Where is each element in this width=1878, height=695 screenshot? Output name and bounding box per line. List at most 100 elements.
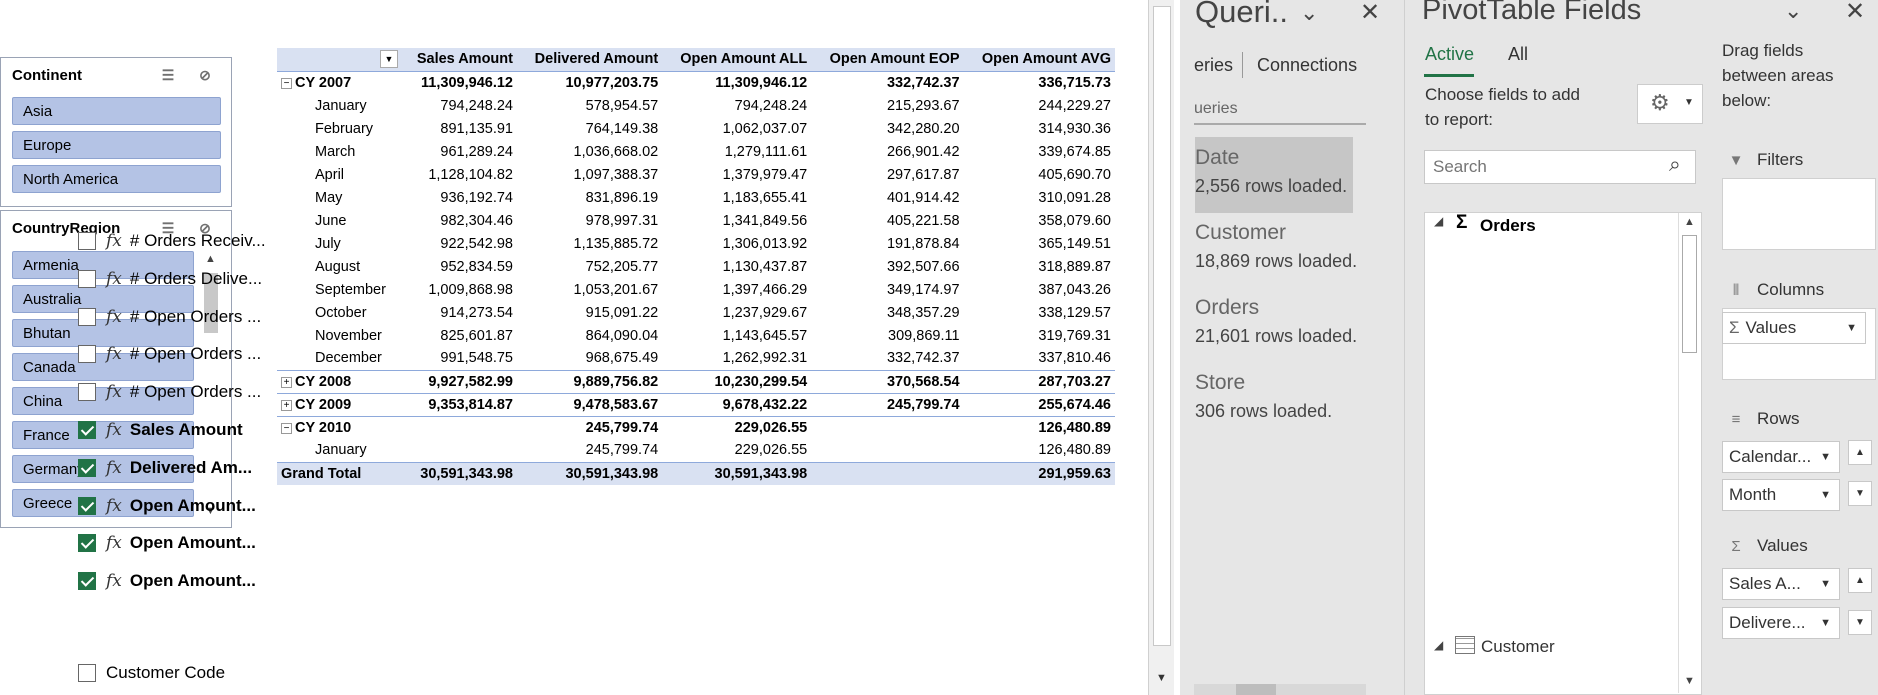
settings-button[interactable]: ⚙ ▼ bbox=[1637, 84, 1703, 124]
field-item[interactable]: fx # Open Orders ... bbox=[78, 377, 261, 407]
field-item-customer-code[interactable]: Customer Code bbox=[78, 658, 225, 688]
slicer-item-north-america[interactable]: North America bbox=[12, 165, 221, 193]
row-label[interactable]: June bbox=[277, 209, 402, 232]
multi-select-icon[interactable]: ☰ bbox=[157, 64, 179, 86]
value-cell[interactable]: 229,026.55 bbox=[662, 439, 811, 462]
value-cell[interactable]: 578,954.57 bbox=[517, 94, 662, 117]
field-list-scroll-thumb[interactable] bbox=[1682, 235, 1697, 353]
value-cell[interactable]: 1,183,655.41 bbox=[662, 186, 811, 209]
row-label[interactable]: − CY 2010 bbox=[277, 415, 402, 439]
value-cell[interactable]: 1,036,668.02 bbox=[517, 140, 662, 163]
value-cell[interactable]: 1,306,013.92 bbox=[662, 232, 811, 255]
value-cell[interactable]: 1,341,849.56 bbox=[662, 209, 811, 232]
value-cell[interactable]: 831,896.19 bbox=[517, 186, 662, 209]
value-cell[interactable]: 392,507.66 bbox=[811, 255, 963, 278]
tab-connections[interactable]: Connections bbox=[1257, 55, 1357, 76]
value-cell[interactable]: 297,617.87 bbox=[811, 163, 963, 186]
row-label[interactable]: November bbox=[277, 324, 402, 347]
value-cell[interactable]: 255,674.46 bbox=[963, 392, 1115, 416]
chevron-down-icon[interactable]: ▼ bbox=[1820, 608, 1831, 638]
value-cell[interactable]: 1,237,929.67 bbox=[662, 301, 811, 324]
value-cell[interactable]: 126,480.89 bbox=[964, 439, 1115, 462]
queries-horizontal-scrollbar[interactable] bbox=[1194, 684, 1366, 695]
value-cell[interactable]: 922,542.98 bbox=[402, 232, 517, 255]
query-item[interactable]: Orders 21,601 rows loaded. bbox=[1195, 296, 1389, 347]
chevron-down-icon[interactable]: ▼ bbox=[1820, 442, 1831, 472]
field-search-box[interactable]: ⌕ bbox=[1424, 150, 1696, 184]
value-cell[interactable]: 191,878.84 bbox=[811, 232, 963, 255]
search-input[interactable] bbox=[1433, 156, 1653, 178]
value-cell[interactable]: 337,810.46 bbox=[964, 347, 1115, 370]
value-cell[interactable]: 314,930.36 bbox=[964, 117, 1115, 140]
value-cell[interactable]: 348,357.29 bbox=[811, 301, 963, 324]
scroll-up-icon[interactable]: ▲ bbox=[1848, 568, 1872, 593]
value-cell[interactable]: 365,149.51 bbox=[964, 232, 1115, 255]
value-cell[interactable]: 30,591,343.98 bbox=[402, 461, 517, 485]
value-cell[interactable]: 1,379,979.47 bbox=[662, 163, 811, 186]
collapse-icon[interactable]: − bbox=[281, 77, 292, 89]
value-cell[interactable]: 991,548.75 bbox=[402, 347, 517, 370]
value-cell[interactable]: 9,927,582.99 bbox=[402, 369, 517, 393]
collapse-icon[interactable]: − bbox=[281, 422, 292, 434]
field-checkbox[interactable] bbox=[78, 307, 96, 326]
rows-pill-month[interactable]: Month ▼ bbox=[1722, 479, 1840, 511]
scroll-down-icon[interactable]: ▼ bbox=[1848, 610, 1872, 635]
value-cell[interactable]: 310,091.28 bbox=[964, 186, 1115, 209]
close-icon[interactable]: ✕ bbox=[1360, 0, 1380, 27]
value-cell[interactable]: 229,026.55 bbox=[662, 415, 812, 439]
value-cell[interactable]: 961,289.24 bbox=[402, 140, 517, 163]
sheet-vertical-scrollbar[interactable]: ▼ bbox=[1148, 0, 1174, 695]
scroll-down-icon[interactable]: ▼ bbox=[1848, 481, 1872, 506]
field-checkbox[interactable] bbox=[78, 345, 96, 364]
value-cell[interactable]: 1,130,437.87 bbox=[662, 255, 811, 278]
value-cell[interactable] bbox=[402, 439, 517, 462]
filter-dropdown-icon[interactable]: ▼ bbox=[380, 50, 398, 69]
field-checkbox[interactable] bbox=[78, 383, 96, 402]
value-cell[interactable]: 10,977,203.75 bbox=[516, 70, 663, 94]
field-checkbox[interactable] bbox=[78, 534, 96, 553]
value-cell[interactable]: 358,079.60 bbox=[964, 209, 1115, 232]
row-label[interactable]: − CY 2007 bbox=[277, 70, 402, 94]
values-pill-sales[interactable]: Sales A... ▼ bbox=[1722, 568, 1840, 600]
value-cell[interactable]: 244,229.27 bbox=[964, 94, 1115, 117]
close-icon[interactable]: ✕ bbox=[1845, 0, 1865, 26]
value-cell[interactable]: 764,149.38 bbox=[517, 117, 662, 140]
value-cell[interactable]: 387,043.26 bbox=[964, 278, 1115, 301]
chevron-down-icon[interactable]: ⌄ bbox=[1300, 0, 1318, 26]
col-header[interactable]: Delivered Amount bbox=[516, 48, 663, 71]
value-cell[interactable]: 245,799.74 bbox=[516, 415, 663, 439]
value-cell[interactable]: 370,568.54 bbox=[811, 369, 964, 393]
value-cell[interactable] bbox=[811, 461, 964, 485]
value-cell[interactable]: 914,273.54 bbox=[402, 301, 517, 324]
field-checkbox[interactable] bbox=[78, 458, 96, 477]
value-cell[interactable]: 318,889.87 bbox=[964, 255, 1115, 278]
sheet-scroll-thumb[interactable] bbox=[1153, 6, 1171, 646]
value-cell[interactable]: 915,091.22 bbox=[517, 301, 662, 324]
chevron-down-icon[interactable]: ▼ bbox=[1846, 313, 1857, 343]
scroll-up-icon[interactable]: ▲ bbox=[1848, 440, 1872, 465]
value-cell[interactable]: 794,248.24 bbox=[662, 94, 811, 117]
value-cell[interactable]: 332,742.37 bbox=[811, 70, 964, 94]
row-label[interactable]: + CY 2009 bbox=[277, 392, 402, 416]
value-cell[interactable] bbox=[402, 415, 517, 439]
expand-customer-icon[interactable]: ◢ bbox=[1434, 638, 1443, 652]
row-label[interactable]: May bbox=[277, 186, 402, 209]
field-checkbox[interactable] bbox=[78, 496, 96, 515]
row-label[interactable]: October bbox=[277, 301, 402, 324]
value-cell[interactable]: 968,675.49 bbox=[517, 347, 662, 370]
value-cell[interactable]: 1,128,104.82 bbox=[402, 163, 517, 186]
queries-scroll-thumb[interactable] bbox=[1236, 684, 1276, 695]
scroll-up-icon[interactable]: ▲ bbox=[1684, 216, 1695, 228]
value-cell[interactable]: 405,690.70 bbox=[964, 163, 1115, 186]
value-cell[interactable]: 952,834.59 bbox=[402, 255, 517, 278]
tab-queries[interactable]: eries bbox=[1194, 55, 1233, 76]
field-checkbox[interactable] bbox=[78, 572, 96, 591]
value-cell[interactable]: 982,304.46 bbox=[402, 209, 517, 232]
value-cell[interactable]: 1,009,868.98 bbox=[402, 278, 517, 301]
field-checkbox[interactable] bbox=[78, 664, 96, 682]
field-item[interactable]: fx # Orders Receiv... bbox=[78, 226, 266, 256]
value-cell[interactable]: 9,889,756.82 bbox=[516, 369, 663, 393]
value-cell[interactable]: 338,129.57 bbox=[964, 301, 1115, 324]
value-cell[interactable]: 794,248.24 bbox=[402, 94, 517, 117]
row-label[interactable]: December bbox=[277, 347, 402, 370]
